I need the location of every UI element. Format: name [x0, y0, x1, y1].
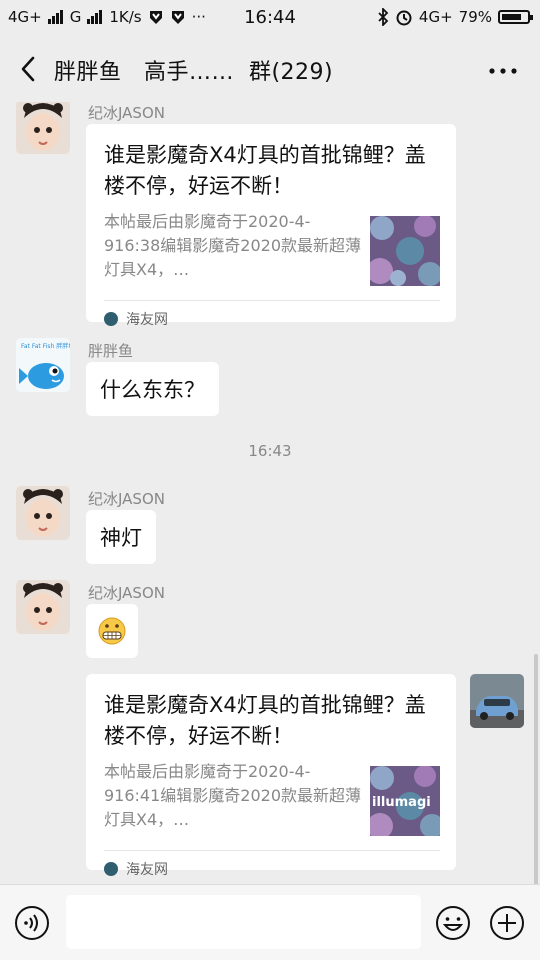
avatar-jason[interactable]	[16, 580, 70, 634]
fish-avatar-icon: Fat Fat Fish 胖胖鱼	[16, 338, 70, 392]
card-source: 海友网	[104, 300, 440, 337]
emoji-bubble[interactable]	[86, 604, 138, 658]
more-icon	[489, 68, 517, 74]
card-source: 海友网	[104, 850, 440, 884]
message-input[interactable]	[66, 895, 421, 949]
thumb-text: illumagi	[372, 795, 431, 810]
card-title: 谁是影魔奇X4灯具的首批锦鲤？盖楼不停，好运不断！	[104, 143, 426, 198]
more-button[interactable]	[488, 56, 518, 86]
card-title: 谁是影魔奇X4灯具的首批锦鲤？盖楼不停，好运不断！	[104, 693, 426, 748]
link-card[interactable]: 谁是影魔奇X4灯具的首批锦鲤？盖楼不停，好运不断！ 本帖最后由影魔奇于2020-…	[86, 124, 456, 328]
status-bar: 4G+ G 1K/s ··· 16:44 4G+ 79%	[0, 0, 540, 36]
chat-header: 胖胖鱼 高手…… 群(229)	[0, 36, 540, 102]
card-description: 本帖最后由影魔奇于2020-4-916:38编辑影魔奇2020款最新超薄灯具X4…	[104, 212, 362, 279]
avatar-jason[interactable]	[16, 486, 70, 540]
card-thumbnail	[370, 216, 440, 286]
car-avatar-icon	[470, 674, 524, 728]
source-logo-icon	[104, 862, 118, 876]
source-name: 海友网	[126, 862, 168, 878]
network-type-right: 4G+	[418, 8, 453, 26]
scrollbar[interactable]	[534, 654, 538, 884]
wechat-chat-screen: 4G+ G 1K/s ··· 16:44 4G+ 79% 胖胖鱼 高手…… 群(…	[0, 0, 540, 960]
emoji-button[interactable]	[435, 905, 471, 941]
card-body: 本帖最后由影魔奇于2020-4-916:38编辑影魔奇2020款最新超薄灯具X4…	[104, 210, 440, 286]
sender-name: 纪冰JASON	[88, 490, 165, 508]
message-bubble[interactable]: 什么东东？	[86, 362, 219, 416]
battery-level	[502, 14, 521, 20]
message-list[interactable]: 纪冰JASON 谁是影魔奇X4灯具的首批锦鲤？盖楼不停，好运不断！ 本帖最后由影…	[0, 102, 540, 884]
alarm-icon	[396, 10, 412, 26]
card-thumbnail: illumagi	[370, 766, 440, 836]
baby-avatar-icon	[16, 580, 70, 634]
avatar-jason[interactable]	[16, 102, 70, 154]
sender-name: 纪冰JASON	[88, 104, 165, 122]
chevron-left-icon	[21, 56, 35, 82]
baby-avatar-icon	[16, 102, 70, 154]
voice-button[interactable]	[14, 905, 50, 941]
grimace-emoji-icon	[98, 617, 126, 645]
sender-name: 胖胖鱼	[88, 342, 134, 360]
battery-percent: 79%	[458, 8, 492, 26]
status-right: 4G+ 79%	[377, 8, 533, 26]
card-body: 本帖最后由影魔奇于2020-4-916:41编辑影魔奇2020款最新超薄灯具X4…	[104, 760, 440, 836]
voice-icon	[15, 906, 49, 940]
link-card[interactable]: 谁是影魔奇X4灯具的首批锦鲤？盖楼不停，好运不断！ 本帖最后由影魔奇于2020-…	[86, 674, 456, 878]
sender-name: 纪冰JASON	[88, 584, 165, 602]
back-button[interactable]	[14, 54, 44, 84]
source-name: 海友网	[126, 312, 168, 328]
source-logo-icon	[104, 312, 118, 326]
chat-title: 胖胖鱼 高手…… 群(229)	[54, 60, 334, 85]
baby-avatar-icon	[16, 486, 70, 540]
emoji-icon	[436, 906, 470, 940]
avatar-fatfish[interactable]: Fat Fat Fish 胖胖鱼	[16, 338, 70, 392]
input-bar	[0, 884, 540, 960]
avatar-self[interactable]	[470, 674, 524, 728]
time-divider: 16:43	[248, 442, 292, 460]
bluetooth-icon	[378, 8, 389, 26]
battery-icon	[498, 10, 533, 24]
card-description: 本帖最后由影魔奇于2020-4-916:41编辑影魔奇2020款最新超薄灯具X4…	[104, 762, 362, 829]
avatar-caption: Fat Fat Fish 胖胖鱼	[21, 342, 70, 350]
plus-icon	[490, 906, 524, 940]
message-bubble[interactable]: 神灯	[86, 510, 156, 564]
more-functions-button[interactable]	[489, 905, 525, 941]
